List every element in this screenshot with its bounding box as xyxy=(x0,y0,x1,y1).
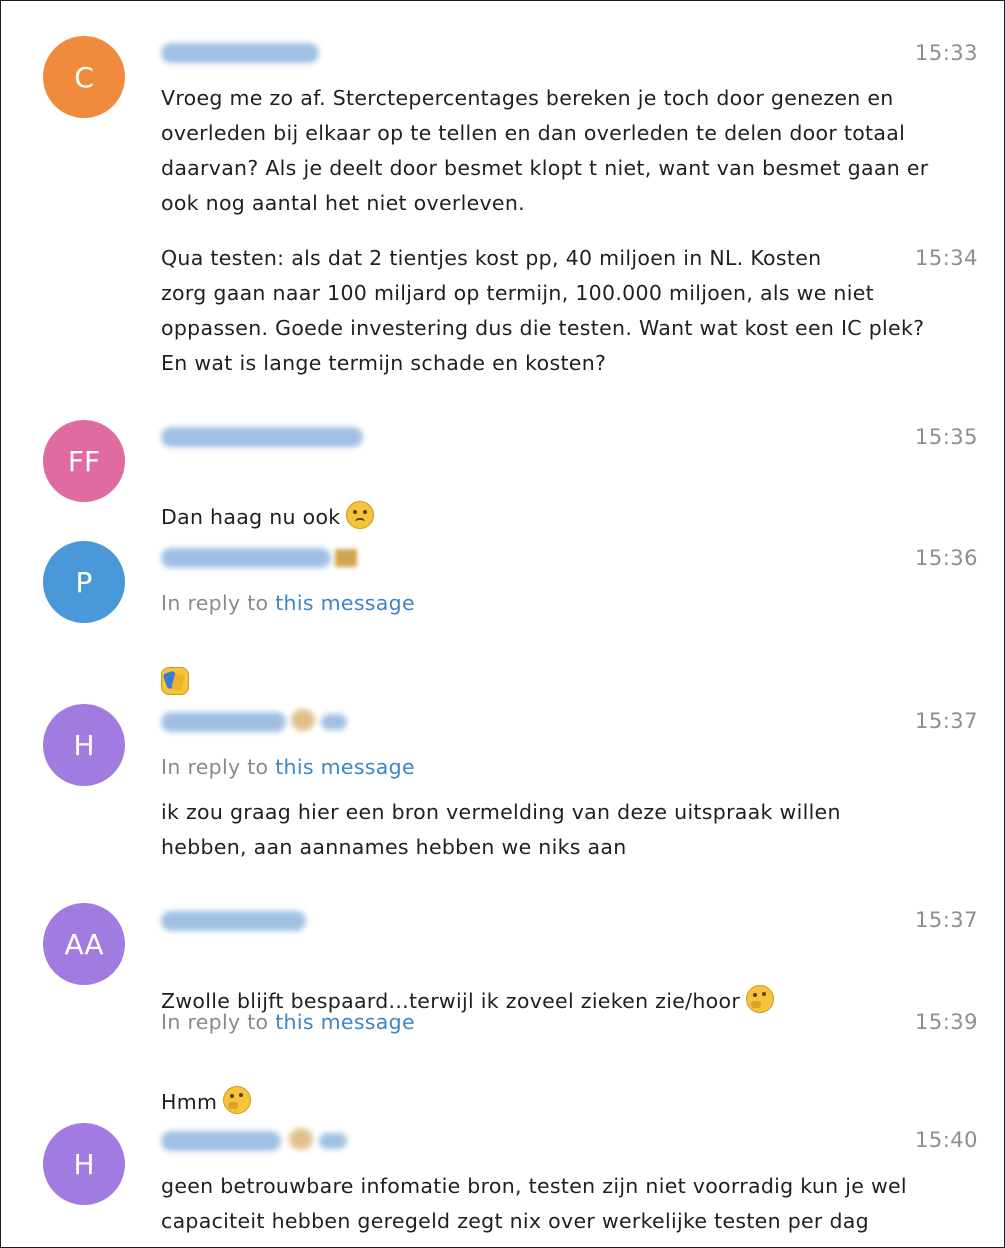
sender-name-blurred[interactable] xyxy=(161,548,331,568)
reply-reference: In reply to this message xyxy=(161,755,415,779)
avatar[interactable]: H xyxy=(43,1123,125,1205)
message-text-row: Zwolle blijft bespaard...terwijl ik zove… xyxy=(161,949,981,1019)
sender-name-blurred[interactable] xyxy=(319,1133,347,1149)
avatar[interactable]: P xyxy=(43,541,125,623)
avatar[interactable]: C xyxy=(43,36,125,118)
message-text: ik zou graag hier een bron vermelding va… xyxy=(161,800,841,859)
message-timestamp: 15:36 xyxy=(914,546,978,570)
message-timestamp: 15:39 xyxy=(914,1010,978,1034)
sender-emoji-icon xyxy=(291,709,315,731)
reply-link[interactable]: this message xyxy=(275,755,415,779)
reply-prefix: In reply to xyxy=(161,591,269,615)
sad-face-icon xyxy=(346,501,375,529)
sender-name-blurred[interactable] xyxy=(161,427,363,447)
flag-icon xyxy=(335,549,357,567)
thinking-face-icon xyxy=(746,985,775,1013)
message-text: Vroeg me zo af. Sterctepercentages berek… xyxy=(161,86,929,215)
message-text: Qua testen: als dat 2 tientjes kost pp, … xyxy=(161,246,925,375)
message-timestamp: 15:37 xyxy=(914,908,978,932)
sender-emoji-icon xyxy=(289,1128,313,1150)
chat-message-list: C 15:33 Vroeg me zo af. Sterctepercentag… xyxy=(0,0,1005,1248)
reply-prefix: In reply to xyxy=(161,755,269,779)
avatar[interactable]: FF xyxy=(43,420,125,502)
sender-name-blurred[interactable] xyxy=(161,1131,281,1151)
praying-icon xyxy=(161,667,189,695)
message-text: Dan haag nu ook xyxy=(161,505,341,529)
message-text: geen betrouwbare infomatie bron, testen … xyxy=(161,1174,907,1233)
reply-prefix: In reply to xyxy=(161,1010,269,1034)
message-text-row: Hmm xyxy=(161,1050,981,1120)
reply-reference: In reply to this message xyxy=(161,1010,415,1034)
message-emoji-row xyxy=(161,631,981,701)
reply-link[interactable]: this message xyxy=(275,591,415,615)
message-timestamp: 15:37 xyxy=(914,709,978,733)
message-text: Hmm xyxy=(161,1090,218,1114)
sender-name-blurred[interactable] xyxy=(321,714,347,730)
reply-link[interactable]: this message xyxy=(275,1010,415,1034)
thinking-face-icon xyxy=(223,1086,252,1114)
reply-reference: In reply to this message xyxy=(161,591,415,615)
message-timestamp: 15:40 xyxy=(914,1128,978,1152)
sender-name-blurred[interactable] xyxy=(161,43,319,63)
sender-name-blurred[interactable] xyxy=(161,911,306,931)
message-timestamp: 15:33 xyxy=(914,41,978,65)
avatar[interactable]: AA xyxy=(43,903,125,985)
sender-name-blurred[interactable] xyxy=(161,712,286,732)
avatar[interactable]: H xyxy=(43,704,125,786)
message-text-row: Dan haag nu ook xyxy=(161,465,981,535)
message-timestamp: 15:35 xyxy=(914,425,978,449)
